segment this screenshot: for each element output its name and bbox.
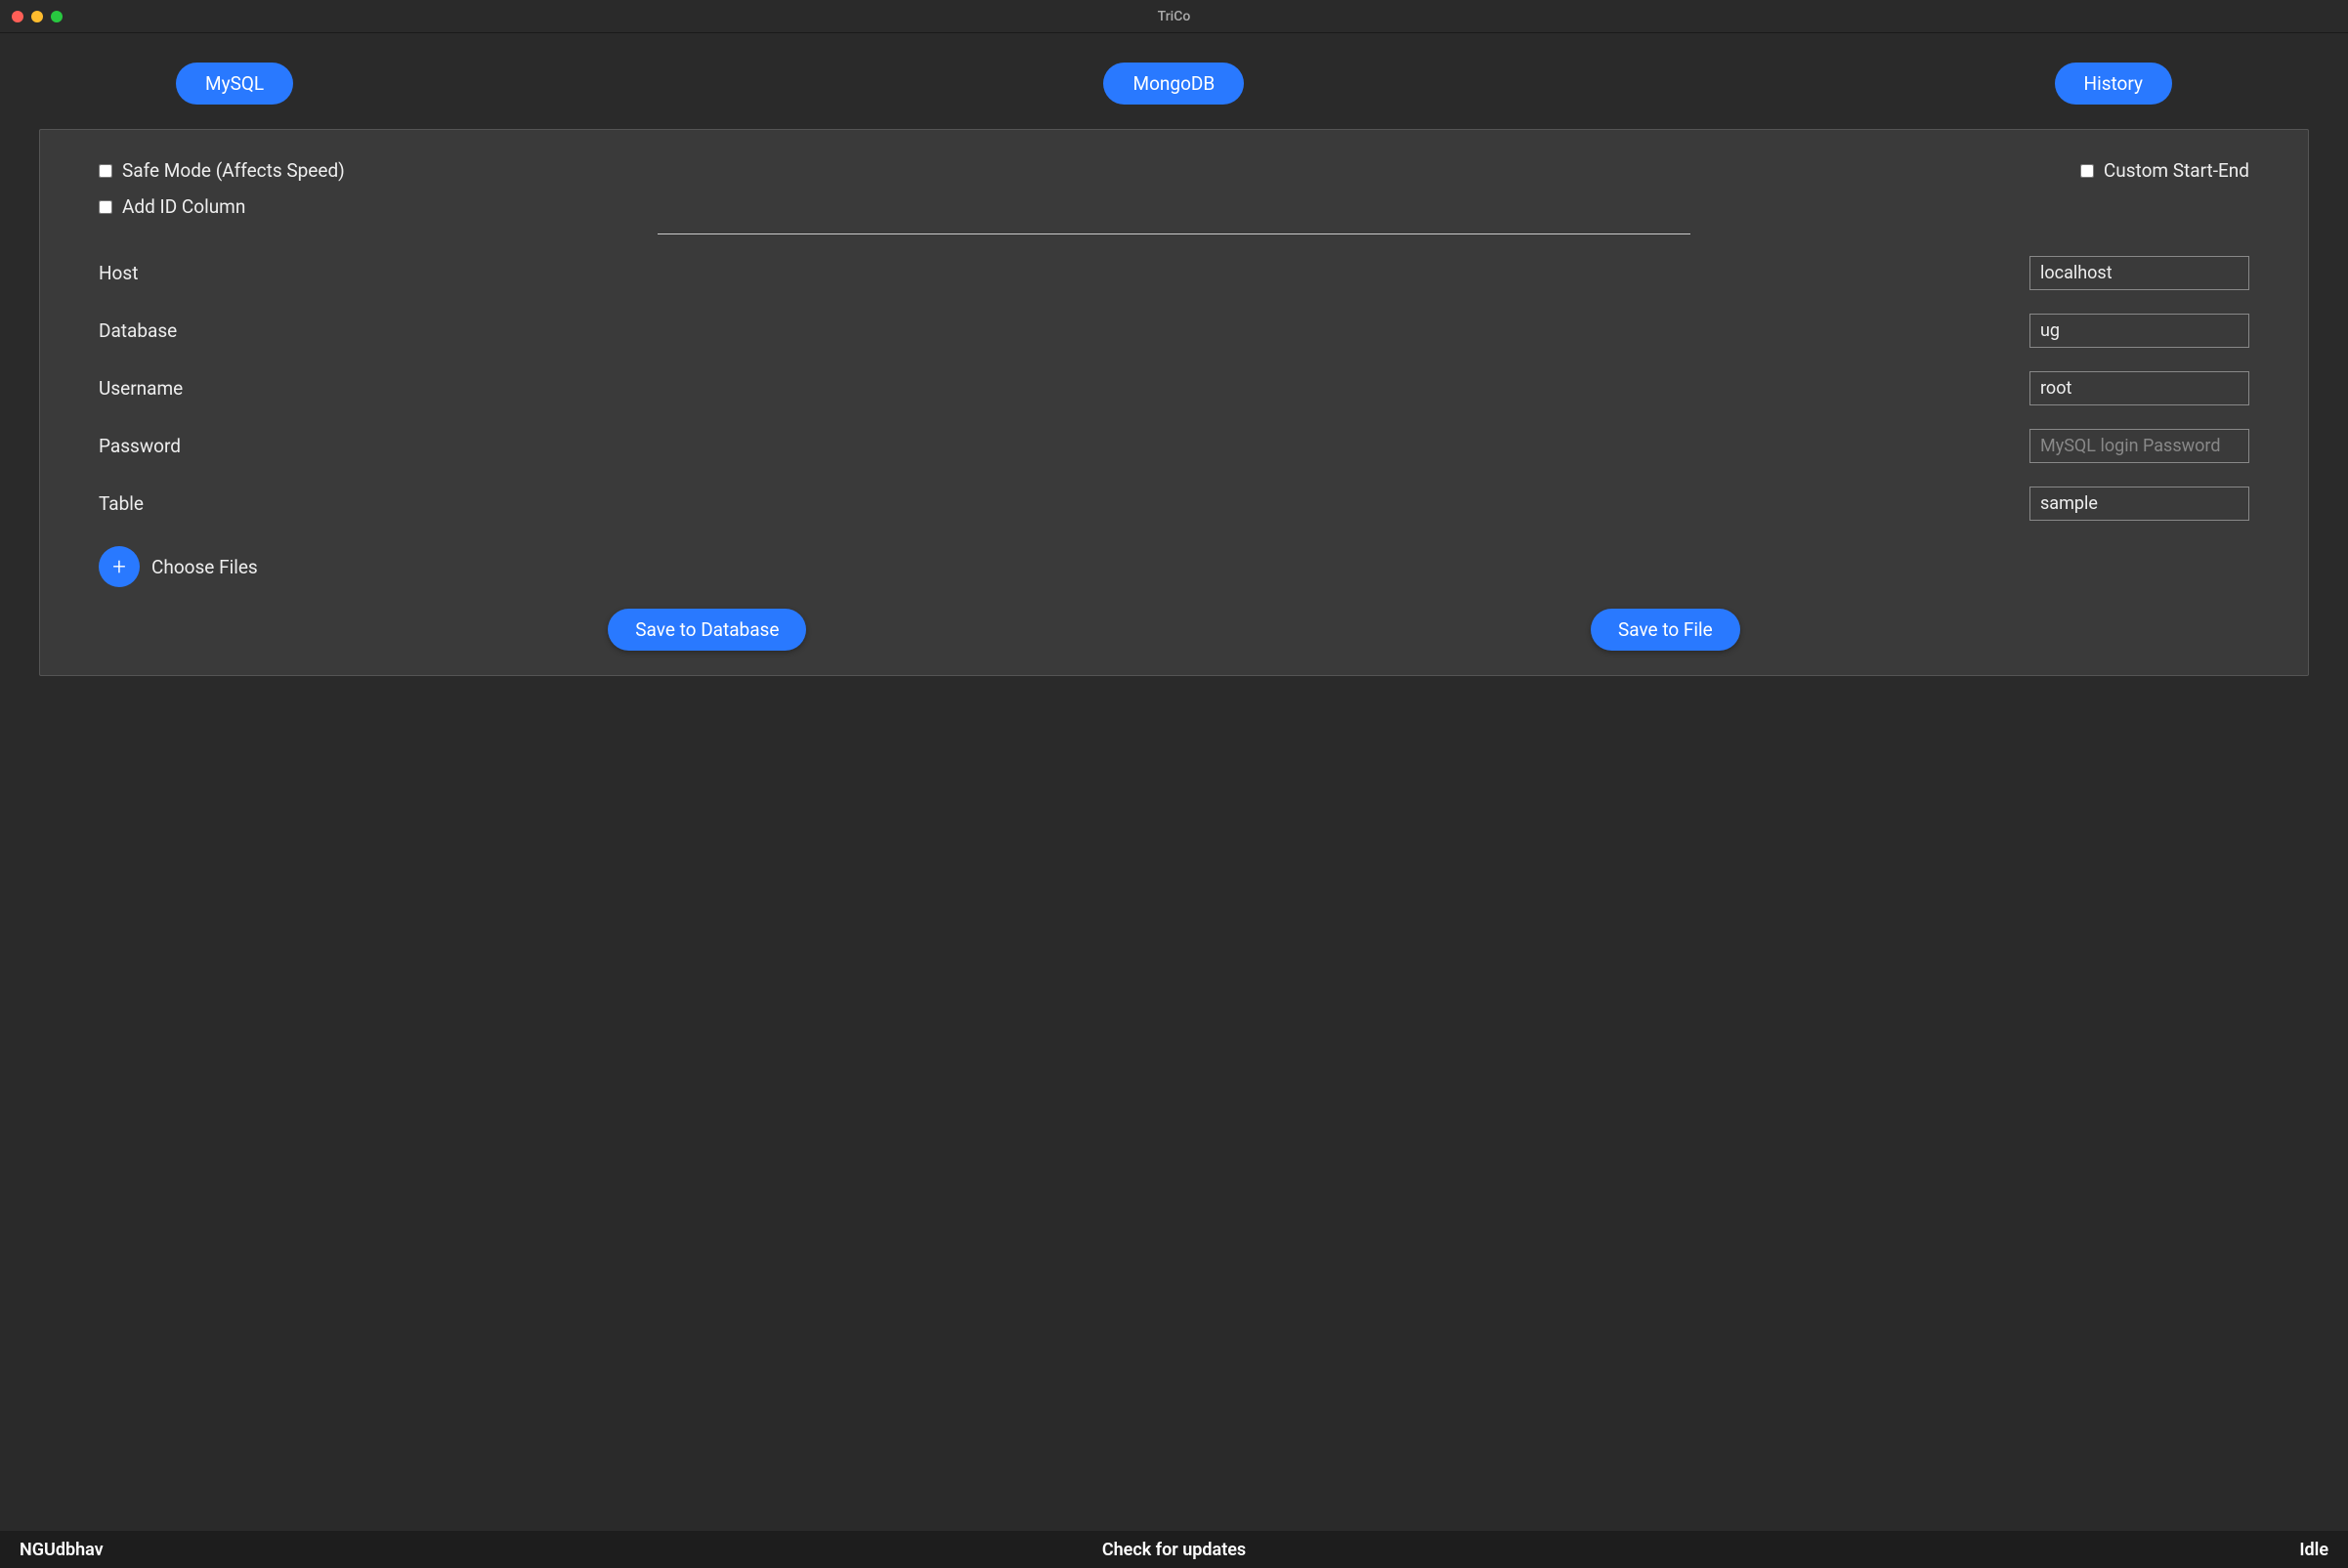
- footer: NGUdbhav Check for updates Idle: [0, 1531, 2348, 1568]
- action-buttons: Save to Database Save to File: [99, 609, 2249, 651]
- username-row: Username: [99, 371, 2249, 405]
- tab-mongodb[interactable]: MongoDB: [1103, 63, 1244, 105]
- tab-bar: MySQL MongoDB History: [39, 63, 2309, 105]
- choose-files-label: Choose Files: [151, 556, 258, 578]
- tab-history[interactable]: History: [2055, 63, 2172, 105]
- minimize-window-button[interactable]: [31, 11, 43, 22]
- choose-files-row: + Choose Files: [99, 546, 2249, 587]
- custom-start-end-label: Custom Start-End: [2104, 159, 2249, 182]
- table-input[interactable]: [2029, 487, 2249, 521]
- database-input[interactable]: [2029, 314, 2249, 348]
- window-title: TriCo: [1158, 9, 1191, 24]
- save-to-file-button[interactable]: Save to File: [1591, 609, 1740, 651]
- password-input[interactable]: [2029, 429, 2249, 463]
- add-id-checkbox[interactable]: [99, 200, 112, 214]
- main-content: MySQL MongoDB History Safe Mode (Affects…: [0, 33, 2348, 1531]
- database-row: Database: [99, 314, 2249, 348]
- add-id-label: Add ID Column: [122, 195, 245, 218]
- custom-start-end-checkbox[interactable]: [2080, 164, 2094, 178]
- check-for-updates-link[interactable]: Check for updates: [1102, 1540, 1246, 1560]
- safe-mode-checkbox[interactable]: [99, 164, 112, 178]
- save-to-database-button[interactable]: Save to Database: [608, 609, 806, 651]
- checkbox-row: Safe Mode (Affects Speed) Add ID Column …: [99, 159, 2249, 218]
- add-id-checkbox-wrap[interactable]: Add ID Column: [99, 195, 345, 218]
- host-label: Host: [99, 262, 138, 284]
- footer-author: NGUdbhav: [20, 1540, 104, 1560]
- form-rows: Host Database Username Password Table: [99, 256, 2249, 521]
- choose-files-button[interactable]: +: [99, 546, 140, 587]
- username-label: Username: [99, 377, 183, 400]
- custom-start-end-checkbox-wrap[interactable]: Custom Start-End: [2080, 159, 2249, 182]
- safe-mode-label: Safe Mode (Affects Speed): [122, 159, 345, 182]
- password-row: Password: [99, 429, 2249, 463]
- safe-mode-checkbox-wrap[interactable]: Safe Mode (Affects Speed): [99, 159, 345, 182]
- table-row: Table: [99, 487, 2249, 521]
- tab-mysql[interactable]: MySQL: [176, 63, 293, 105]
- database-label: Database: [99, 319, 177, 342]
- host-input[interactable]: [2029, 256, 2249, 290]
- window-controls: [0, 11, 63, 22]
- maximize-window-button[interactable]: [51, 11, 63, 22]
- form-panel: Safe Mode (Affects Speed) Add ID Column …: [39, 129, 2309, 676]
- titlebar: TriCo: [0, 0, 2348, 33]
- password-label: Password: [99, 435, 181, 457]
- close-window-button[interactable]: [12, 11, 23, 22]
- divider: [658, 233, 1689, 234]
- host-row: Host: [99, 256, 2249, 290]
- plus-icon: +: [112, 553, 126, 580]
- username-input[interactable]: [2029, 371, 2249, 405]
- footer-status: Idle: [2299, 1540, 2328, 1560]
- table-label: Table: [99, 492, 144, 515]
